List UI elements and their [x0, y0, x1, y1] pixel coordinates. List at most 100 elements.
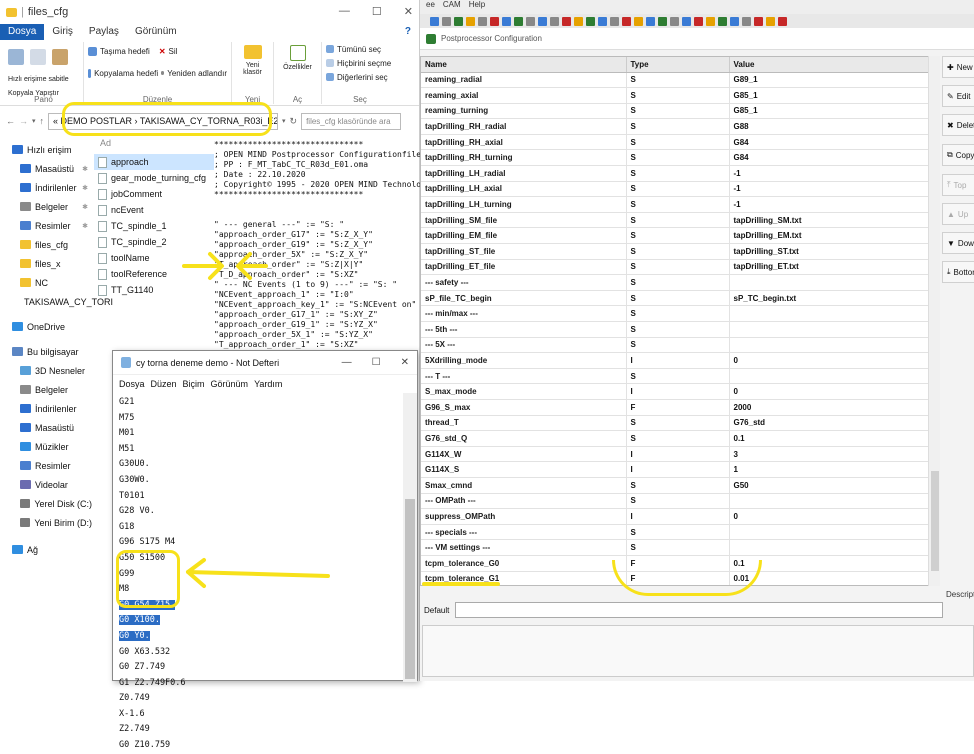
- close-icon[interactable]: ✕: [404, 5, 413, 18]
- default-input[interactable]: [455, 602, 944, 618]
- tab-gorunum[interactable]: Görünüm: [127, 24, 185, 40]
- table-row[interactable]: tapDrilling_ET_file StapDrilling_ET.txt: [421, 259, 939, 276]
- nav-item[interactable]: İndirilenler: [0, 399, 92, 418]
- toolbar-icon[interactable]: [598, 16, 607, 26]
- close-icon[interactable]: ✕: [401, 357, 409, 368]
- table-row[interactable]: tapDrilling_RH_radial S G88: [421, 118, 939, 135]
- properties-button[interactable]: Özellikler: [278, 64, 317, 71]
- toolbar-icon[interactable]: [706, 16, 715, 26]
- table-row[interactable]: --- specials --- S: [421, 524, 939, 541]
- toolbar-icon[interactable]: [550, 16, 559, 26]
- column-header-value[interactable]: Value: [729, 57, 930, 73]
- new-folder-button[interactable]: Yeni klasör: [236, 62, 269, 76]
- select-none-button[interactable]: Hiçbirini seçme: [337, 59, 391, 68]
- delete-button[interactable]: ✖Delete: [942, 114, 974, 136]
- menu-cam[interactable]: CAM: [443, 0, 461, 14]
- table-row[interactable]: suppress_OMPath I 0: [421, 508, 939, 525]
- edit-button[interactable]: ✎ Edit: [942, 85, 974, 107]
- nav-item[interactable]: Masaüstü ✱: [0, 159, 92, 178]
- file-item[interactable]: jobComment: [94, 186, 214, 202]
- table-row[interactable]: reaming_radial S G89_1: [421, 72, 939, 89]
- menu-yardim[interactable]: Yardım: [254, 379, 282, 389]
- toolbar-icon[interactable]: [562, 16, 571, 26]
- help-icon[interactable]: ?: [397, 24, 419, 40]
- toolbar-icon[interactable]: [610, 16, 619, 26]
- forward-arrow-icon[interactable]: →: [19, 116, 28, 126]
- address-dropdown-icon[interactable]: ▾: [282, 117, 286, 125]
- file-item[interactable]: TC_spindle_1: [94, 218, 214, 234]
- invert-selection-button[interactable]: Diğerlerini seç: [337, 73, 388, 82]
- down-button[interactable]: ▼Down: [942, 232, 974, 254]
- nav-item[interactable]: NC: [0, 273, 92, 292]
- toolbar-icon[interactable]: [742, 16, 751, 26]
- toolbar-icon[interactable]: [586, 16, 595, 26]
- toolbar-icon[interactable]: [478, 16, 487, 26]
- table-row[interactable]: tapDrilling_LH_turning S -1: [421, 196, 939, 213]
- toolbar-icon[interactable]: [622, 16, 631, 26]
- new-button[interactable]: ✚ New: [942, 56, 974, 78]
- table-row[interactable]: --- 5th --- S: [421, 321, 939, 338]
- nav-item[interactable]: OneDrive: [0, 317, 92, 336]
- nav-item[interactable]: Müzikler: [0, 437, 92, 456]
- table-row[interactable]: G114X_W I 3: [421, 446, 939, 463]
- nav-item[interactable]: files_x: [0, 254, 92, 273]
- toolbar-icon[interactable]: [430, 16, 439, 26]
- nav-item[interactable]: TAKISAWA_CY_TORI: [0, 292, 113, 311]
- toolbar-icon[interactable]: [718, 16, 727, 26]
- nav-item[interactable]: Masaüstü: [0, 418, 92, 437]
- nav-item[interactable]: Resimler: [0, 456, 92, 475]
- search-input[interactable]: files_cfg klasöründe ara: [301, 112, 402, 130]
- select-all-button[interactable]: Tümünü seç: [337, 45, 381, 54]
- column-header-type[interactable]: Type: [626, 57, 730, 73]
- table-row[interactable]: Smax_cmnd S G50: [421, 477, 939, 494]
- minimize-icon[interactable]: —: [342, 357, 352, 368]
- tab-giris[interactable]: Giriş: [44, 24, 81, 40]
- refresh-icon[interactable]: ↻: [290, 116, 298, 127]
- nav-item[interactable]: Belgeler ✱: [0, 197, 92, 216]
- toolbar-icon[interactable]: [694, 16, 703, 26]
- toolbar-icon[interactable]: [754, 16, 763, 26]
- pin-label[interactable]: Hızlı erişime sabitle: [8, 76, 69, 83]
- file-item[interactable]: ncEvent: [94, 202, 214, 218]
- toolbar-icon[interactable]: [442, 16, 451, 26]
- scrollbar-thumb[interactable]: [931, 471, 939, 571]
- tab-paylas[interactable]: Paylaş: [81, 24, 127, 40]
- nav-item[interactable]: Yeni Birim (D:): [0, 513, 92, 532]
- column-header-name[interactable]: Name: [421, 57, 627, 73]
- column-header-name[interactable]: Ad: [94, 138, 214, 154]
- table-row[interactable]: tapDrilling_LH_axial S -1: [421, 181, 939, 198]
- table-row[interactable]: tapDrilling_SM_file StapDrilling_SM.txt: [421, 212, 939, 229]
- recent-chevron-icon[interactable]: ▾: [32, 117, 36, 125]
- toolbar-icon[interactable]: [526, 16, 535, 26]
- move-to-button[interactable]: Taşıma hedefi: [100, 47, 150, 56]
- nav-item[interactable]: Ağ: [0, 540, 92, 559]
- table-row[interactable]: S_max_mode I 0: [421, 383, 939, 400]
- toolbar-icon[interactable]: [454, 16, 463, 26]
- toolbar-icon[interactable]: [646, 16, 655, 26]
- toolbar-icon[interactable]: [670, 16, 679, 26]
- menu-bicim[interactable]: Biçim: [183, 379, 205, 389]
- back-arrow-icon[interactable]: ←: [6, 116, 15, 126]
- table-row[interactable]: sP_file_TC_begin SsP_TC_begin.txt: [421, 290, 939, 307]
- table-row[interactable]: G96_S_max F 2000: [421, 399, 939, 416]
- menu-dosya[interactable]: Dosya: [119, 379, 145, 389]
- table-row[interactable]: tapDrilling_RH_turning S G84: [421, 149, 939, 167]
- table-row[interactable]: G114X_S I 1: [421, 461, 939, 478]
- file-item[interactable]: approach: [94, 154, 214, 170]
- table-row[interactable]: tapDrilling_LH_radial S -1: [421, 165, 939, 182]
- toolbar-icon[interactable]: [574, 16, 583, 26]
- nav-item[interactable]: Videolar: [0, 475, 92, 494]
- toolbar-icon[interactable]: [778, 16, 787, 26]
- toolbar-icon[interactable]: [490, 16, 499, 26]
- copy-to-button[interactable]: Kopyalama hedefi: [94, 69, 158, 78]
- table-row[interactable]: 5Xdrilling_mode I 0: [421, 352, 939, 369]
- scrollbar-thumb[interactable]: [405, 499, 415, 679]
- copy-button[interactable]: ⧉ Copy: [942, 144, 974, 166]
- minimize-icon[interactable]: —: [339, 5, 350, 18]
- delete-button[interactable]: Sil: [169, 47, 178, 56]
- table-row[interactable]: thread_T S G76_std: [421, 415, 939, 432]
- toolbar-icon[interactable]: [538, 16, 547, 26]
- table-row[interactable]: tapDrilling_RH_axial S G84: [421, 134, 939, 151]
- toolbar-icon[interactable]: [466, 16, 475, 26]
- toolbar-icon[interactable]: [766, 16, 775, 26]
